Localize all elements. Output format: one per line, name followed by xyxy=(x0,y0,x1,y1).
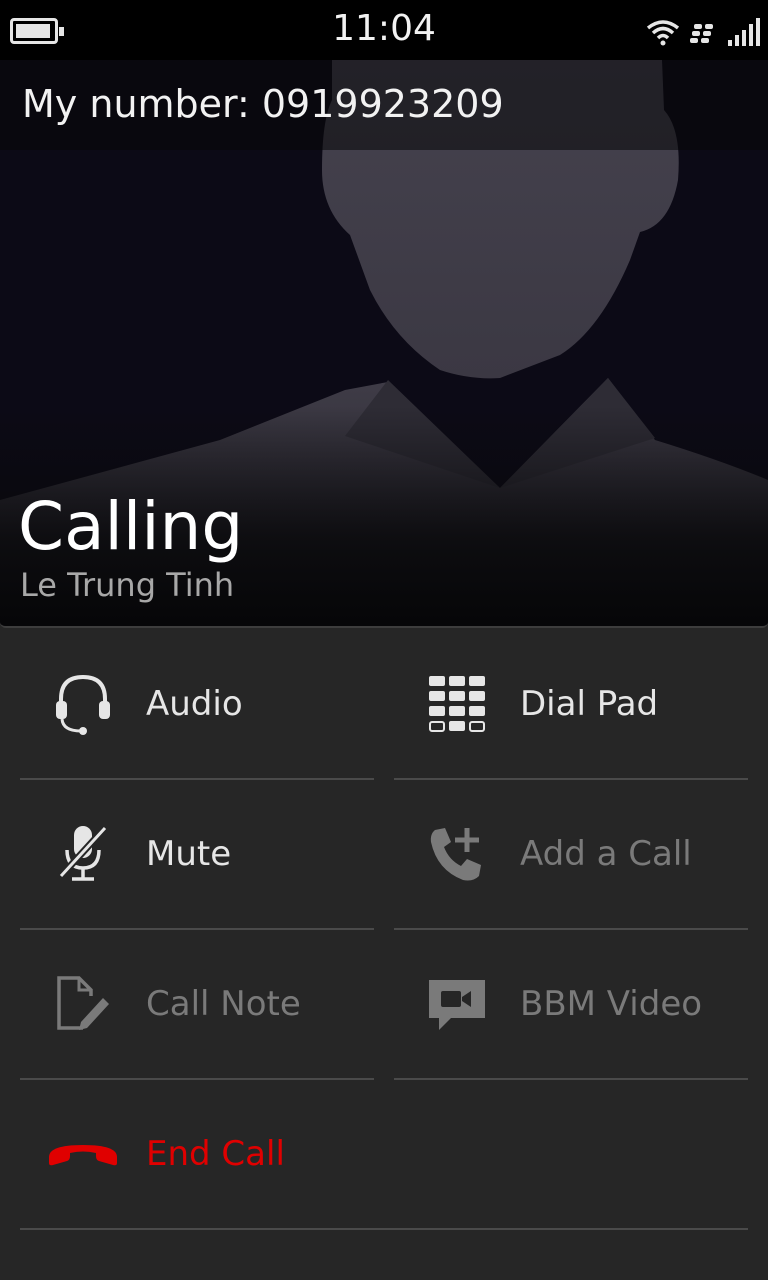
note-edit-icon xyxy=(20,929,146,1079)
add-call-label: Add a Call xyxy=(520,834,692,874)
dial-pad-label: Dial Pad xyxy=(520,684,659,724)
add-call-icon xyxy=(394,779,520,929)
caller-header: My number: 0919923209 Calling Le Trung T… xyxy=(0,60,768,628)
audio-button[interactable]: Audio xyxy=(20,630,374,780)
call-status-title: Calling xyxy=(18,488,244,565)
contact-name: Le Trung Tinh xyxy=(20,566,235,604)
status-bar: 11:04 xyxy=(0,0,768,60)
bbm-video-label: BBM Video xyxy=(520,984,703,1024)
dial-pad-button[interactable]: Dial Pad xyxy=(394,630,748,780)
call-note-label: Call Note xyxy=(146,984,301,1024)
mute-label: Mute xyxy=(146,834,232,874)
wifi-icon xyxy=(646,20,680,46)
mute-button[interactable]: Mute xyxy=(20,780,374,930)
my-number-bar: My number: 0919923209 xyxy=(0,60,768,150)
hang-up-icon xyxy=(20,1079,146,1229)
headset-icon xyxy=(20,629,146,779)
call-actions-panel: Audio Dial Pad Mute Add a Call Call Note… xyxy=(0,630,768,1280)
audio-label: Audio xyxy=(146,684,243,724)
bbm-video-button[interactable]: BBM Video xyxy=(394,930,748,1080)
dialpad-icon xyxy=(394,629,520,779)
video-chat-icon xyxy=(394,929,520,1079)
call-note-button[interactable]: Call Note xyxy=(20,930,374,1080)
end-call-button[interactable]: End Call xyxy=(20,1080,748,1230)
mute-microphone-icon xyxy=(20,779,146,929)
blackberry-icon xyxy=(690,24,713,43)
signal-icon xyxy=(728,18,760,46)
add-call-button[interactable]: Add a Call xyxy=(394,780,748,930)
my-number-text: My number: 0919923209 xyxy=(22,82,504,126)
end-call-label: End Call xyxy=(146,1134,285,1174)
